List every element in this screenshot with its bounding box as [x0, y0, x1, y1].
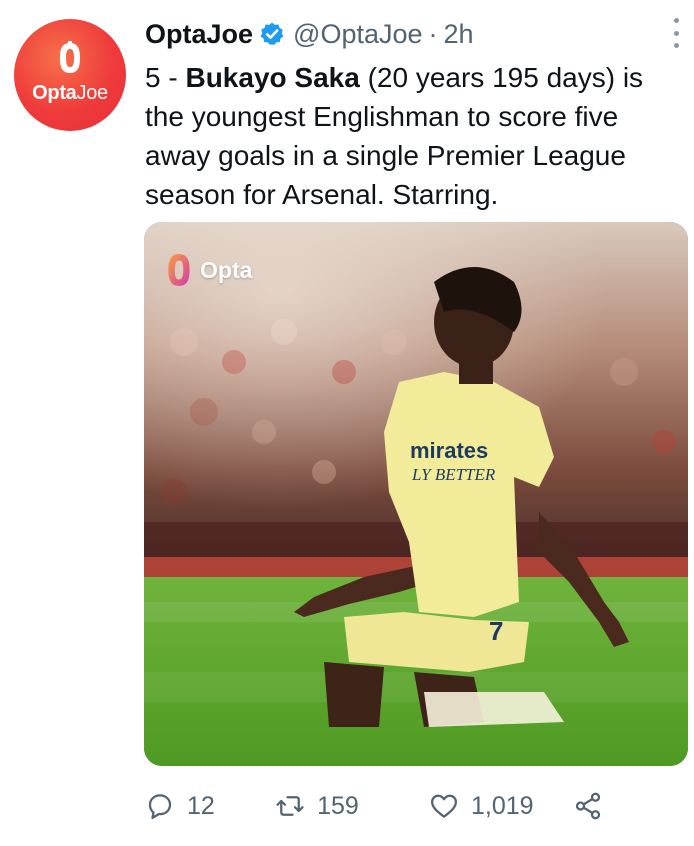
- opta-watermark: Opta: [166, 252, 252, 288]
- tweet-photo[interactable]: mirates LY BETTER 7 Opta: [144, 222, 688, 766]
- reply-button[interactable]: 12: [145, 791, 275, 821]
- tweet-header: OptaJoe @OptaJoe · 2h: [145, 14, 474, 54]
- avatar-brand-opta: Opta: [32, 82, 77, 104]
- share-button[interactable]: [573, 791, 615, 821]
- opta-watermark-icon: [168, 254, 190, 286]
- handle[interactable]: @OptaJoe: [293, 19, 422, 50]
- separator-dot: ·: [428, 18, 438, 49]
- reply-icon: [148, 794, 172, 819]
- shirt-sponsor-line2: LY BETTER: [411, 465, 496, 484]
- tweet-prefix: 5 -: [145, 62, 186, 93]
- heart-icon: [431, 794, 458, 818]
- player-name: Bukayo Saka: [185, 62, 360, 93]
- like-count: 1,019: [471, 791, 534, 820]
- avatar[interactable]: OptaJoe: [14, 19, 126, 131]
- share-icon: [575, 792, 601, 820]
- tweet-text: 5 - Bukayo Saka (20 years 195 days) is t…: [145, 58, 680, 214]
- display-name[interactable]: OptaJoe: [145, 19, 253, 50]
- tweet-actions: 12 159 1,019: [145, 786, 615, 826]
- retweet-count: 159: [317, 791, 359, 820]
- like-button[interactable]: 1,019: [429, 791, 573, 821]
- more-options-icon[interactable]: [670, 18, 682, 48]
- avatar-brand: OptaJoe: [14, 82, 126, 105]
- verified-badge-icon: [260, 22, 284, 46]
- opta-watermark-label: Opta: [200, 256, 253, 283]
- shirt-sponsor-line1: mirates: [410, 438, 488, 463]
- reply-count: 12: [187, 791, 215, 820]
- avatar-brand-joe: Joe: [76, 82, 109, 104]
- retweet-icon: [276, 796, 304, 816]
- photo-scene: mirates LY BETTER 7: [144, 222, 688, 766]
- timestamp[interactable]: 2h: [444, 19, 474, 50]
- retweet-button[interactable]: 159: [275, 791, 429, 821]
- shirt-number: 7: [489, 616, 503, 646]
- opta-logo-icon: [60, 41, 80, 73]
